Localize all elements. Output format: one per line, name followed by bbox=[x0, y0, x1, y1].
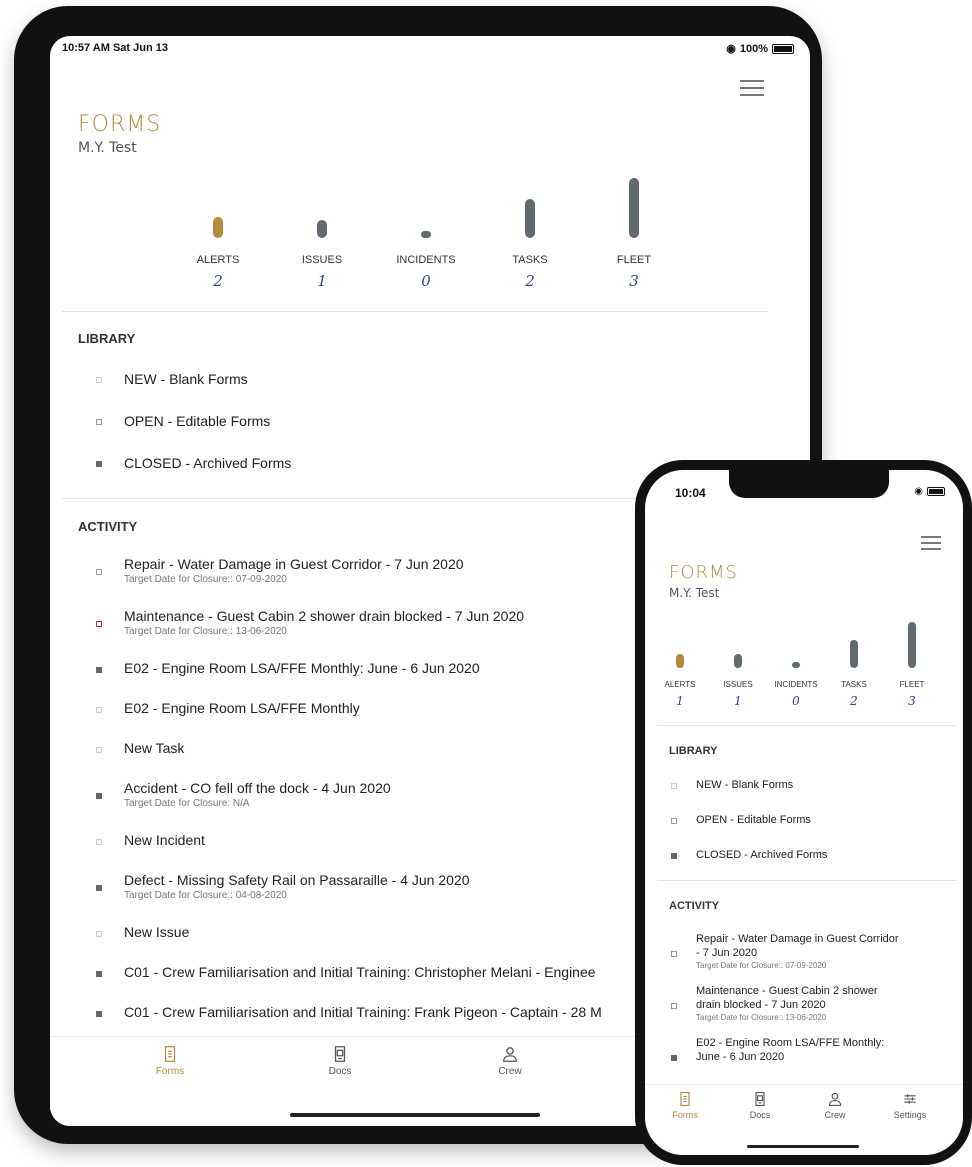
stat-label: TASKS bbox=[512, 254, 548, 266]
tab-bar: Forms Docs Crew Settings bbox=[645, 1084, 963, 1155]
stat-count: 1 bbox=[317, 272, 327, 290]
tab-label: Forms bbox=[672, 1110, 698, 1120]
activity-title: drain blocked - 7 Jun 2020 bbox=[696, 999, 826, 1011]
bullet-icon bbox=[96, 667, 102, 673]
bullet-icon bbox=[671, 1003, 677, 1009]
bullet-icon bbox=[96, 419, 102, 425]
stat-fleet[interactable]: FLEET 3 bbox=[584, 176, 684, 296]
tab-crew[interactable]: Crew bbox=[460, 1045, 560, 1077]
stat-count: 2 bbox=[213, 272, 223, 290]
stat-bar bbox=[317, 220, 327, 238]
activity-item[interactable]: Maintenance - Guest Cabin 2 shower drain … bbox=[696, 984, 878, 1023]
stat-label: INCIDENTS bbox=[396, 254, 456, 266]
forms-icon bbox=[680, 1092, 690, 1106]
stat-tasks[interactable]: TASKS 2 bbox=[480, 176, 580, 296]
activity-subtitle: Target Date for Closure:: 07-09-2020 bbox=[696, 961, 827, 970]
activity-title: Repair - Water Damage in Guest Corridor bbox=[696, 933, 899, 945]
bullet-icon bbox=[96, 747, 102, 753]
bullet-icon bbox=[96, 377, 102, 383]
tab-label: Forms bbox=[155, 1066, 185, 1077]
activity-subtitle: Target Date for Closure:: 13-06-2020 bbox=[696, 1013, 827, 1022]
stat-label: FLEET bbox=[616, 254, 652, 266]
status-bar: 10:57 AM Sat Jun 13 ◉ 100% bbox=[50, 40, 810, 60]
stat-count: 2 bbox=[525, 272, 535, 290]
bullet-icon bbox=[96, 707, 102, 713]
bullet-icon bbox=[96, 793, 102, 799]
tab-forms[interactable]: Forms bbox=[120, 1045, 220, 1077]
stat-bar bbox=[421, 231, 431, 238]
crew-icon bbox=[828, 1092, 842, 1106]
activity-list: Repair - Water Damage in Guest Corridor -… bbox=[645, 470, 963, 1084]
divider bbox=[62, 311, 768, 312]
bullet-icon bbox=[96, 621, 102, 627]
library-heading: LIBRARY bbox=[78, 331, 136, 346]
stat-label: ALERTS bbox=[196, 254, 240, 266]
tab-label: Crew bbox=[824, 1110, 846, 1120]
tab-label: Settings bbox=[893, 1110, 927, 1120]
bullet-icon bbox=[96, 931, 102, 937]
home-indicator bbox=[290, 1113, 540, 1117]
bullet-icon bbox=[96, 839, 102, 845]
bullet-icon bbox=[96, 885, 102, 891]
library-item[interactable]: OPEN - Editable Forms bbox=[124, 413, 270, 429]
stat-count: 0 bbox=[421, 272, 431, 290]
docs-icon bbox=[755, 1092, 765, 1106]
stat-alerts[interactable]: ALERTS 2 bbox=[168, 176, 268, 296]
iphone-frame: 10:04 ◉ FORMS M.Y. Test ALERTS 1 ISSUES 1 IN… bbox=[635, 460, 972, 1165]
tab-crew[interactable]: Crew bbox=[805, 1091, 865, 1120]
stat-bar bbox=[629, 178, 639, 238]
tab-docs[interactable]: Docs bbox=[290, 1045, 390, 1077]
battery-icon bbox=[772, 43, 794, 54]
status-right: ◉ 100% bbox=[726, 42, 794, 55]
page-title: FORMS bbox=[78, 112, 162, 137]
iphone-screen: 10:04 ◉ FORMS M.Y. Test ALERTS 1 ISSUES 1 IN… bbox=[645, 470, 963, 1155]
tab-docs[interactable]: Docs bbox=[730, 1091, 790, 1120]
wifi-icon: ◉ bbox=[726, 43, 736, 55]
activity-title: June - 6 Jun 2020 bbox=[696, 1051, 785, 1063]
library-item[interactable]: NEW - Blank Forms bbox=[124, 371, 248, 387]
vessel-name: M.Y. Test bbox=[78, 140, 137, 156]
stat-issues[interactable]: ISSUES 1 bbox=[272, 176, 372, 296]
library-item[interactable]: CLOSED - Archived Forms bbox=[124, 455, 291, 471]
stat-bar bbox=[525, 199, 535, 238]
stat-label: ISSUES bbox=[301, 254, 343, 266]
menu-icon[interactable] bbox=[740, 80, 764, 96]
stat-count: 3 bbox=[629, 272, 639, 290]
tab-label: Crew bbox=[498, 1066, 522, 1077]
bullet-icon bbox=[671, 1055, 677, 1061]
activity-item[interactable]: E02 - Engine Room LSA/FFE Monthly: June -… bbox=[696, 1036, 884, 1064]
stat-incidents[interactable]: INCIDENTS 0 bbox=[376, 176, 476, 296]
bullet-icon bbox=[96, 971, 102, 977]
tab-label: Docs bbox=[328, 1066, 352, 1077]
activity-item[interactable]: Repair - Water Damage in Guest Corridor -… bbox=[696, 932, 899, 971]
forms-icon bbox=[164, 1046, 176, 1062]
bullet-icon bbox=[96, 569, 102, 575]
battery-percent: 100% bbox=[739, 42, 768, 55]
settings-icon bbox=[904, 1094, 916, 1104]
tab-forms[interactable]: Forms bbox=[655, 1091, 715, 1120]
device-mockup: 10:57 AM Sat Jun 13 ◉ 100% FORMS M.Y. Te… bbox=[0, 0, 972, 1167]
bullet-icon bbox=[96, 1011, 102, 1017]
bullet-icon bbox=[96, 461, 102, 467]
tab-label: Docs bbox=[749, 1110, 771, 1120]
activity-title: Maintenance - Guest Cabin 2 shower bbox=[696, 985, 878, 997]
activity-heading: ACTIVITY bbox=[78, 519, 138, 534]
stat-bar bbox=[213, 217, 223, 238]
home-indicator bbox=[747, 1145, 859, 1148]
tab-settings[interactable]: Settings bbox=[880, 1091, 940, 1120]
crew-icon bbox=[503, 1047, 517, 1062]
docs-icon bbox=[334, 1046, 346, 1062]
activity-title: E02 - Engine Room LSA/FFE Monthly: bbox=[696, 1037, 885, 1049]
status-time: 10:57 AM Sat Jun 13 bbox=[62, 42, 168, 54]
activity-title: - 7 Jun 2020 bbox=[696, 947, 758, 959]
bullet-icon bbox=[671, 951, 677, 957]
